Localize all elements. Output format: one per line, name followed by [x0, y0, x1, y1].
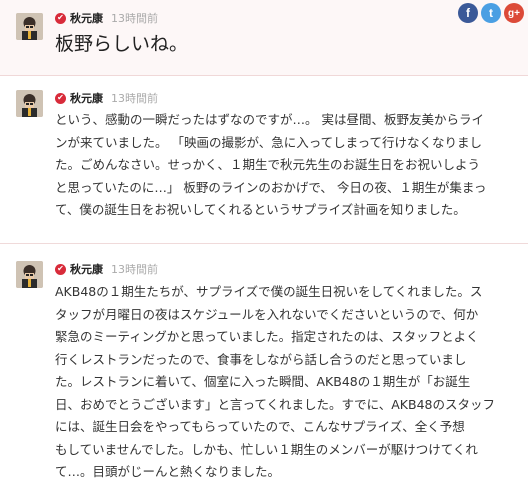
verified-badge-icon: ✔	[55, 12, 66, 24]
verified-badge-icon: ✔	[55, 92, 66, 104]
verified-badge-icon: ✔	[55, 263, 66, 275]
post-time[interactable]: 13時間前	[111, 90, 158, 106]
avatar[interactable]	[16, 13, 43, 40]
post: ✔ 秋元康 13時間前 板野らしいね。 f t g+	[0, 0, 528, 76]
facebook-share-icon[interactable]: f	[458, 3, 478, 23]
post-text: AKB48の１期生たちが、サプライズで僕の誕生日祝いをしてくれました。ス タッフ…	[55, 284, 495, 479]
author-name[interactable]: 秋元康	[70, 261, 103, 277]
twitter-share-icon[interactable]: t	[481, 3, 501, 23]
post: ✔ 秋元康 13時間前 という、感動の一瞬だったはずなのですが…。 実は昼間、板…	[0, 76, 528, 244]
post-time[interactable]: 13時間前	[111, 261, 158, 277]
author-name[interactable]: 秋元康	[70, 10, 103, 26]
post: ✔ 秋元康 13時間前 AKB48の１期生たちが、サプライズで僕の誕生日祝いをし…	[0, 244, 528, 495]
post-meta: ✔ 秋元康 13時間前	[55, 90, 158, 106]
post-meta: ✔ 秋元康 13時間前	[55, 10, 158, 26]
avatar[interactable]	[16, 261, 43, 288]
share-buttons: f t g+	[458, 3, 524, 23]
post-time[interactable]: 13時間前	[111, 10, 158, 26]
author-name[interactable]: 秋元康	[70, 90, 103, 106]
post-meta: ✔ 秋元康 13時間前	[55, 261, 158, 277]
post-text: という、感動の一瞬だったはずなのですが…。 実は昼間、板野友美からライ ンが来て…	[55, 112, 487, 217]
googleplus-share-icon[interactable]: g+	[504, 3, 524, 23]
avatar[interactable]	[16, 90, 43, 117]
post-text: 板野らしいね。	[55, 33, 189, 55]
